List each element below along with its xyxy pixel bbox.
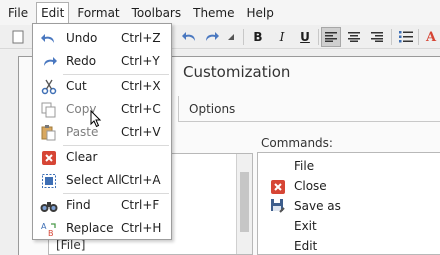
bullet-list-button[interactable] (396, 27, 416, 47)
svg-text:B: B (48, 229, 54, 237)
dialog-title: Customization (183, 63, 291, 81)
menu-item-replace[interactable]: AB Replace Ctrl+H (34, 217, 171, 240)
redo-toolbar-icon[interactable] (201, 27, 221, 47)
align-center-button[interactable] (344, 27, 364, 47)
undo-toolbar-icon[interactable] (180, 27, 200, 47)
menu-item-shortcut: Ctrl+V (121, 125, 161, 139)
toolbar-separator (318, 29, 319, 45)
commands-list[interactable]: File Close Save as Exit Edit (257, 152, 440, 255)
menu-item-cut[interactable]: Cut Ctrl+X (34, 75, 171, 98)
command-save-as[interactable]: Save as (294, 196, 341, 216)
command-exit[interactable]: Exit (294, 216, 317, 236)
menu-item-undo[interactable]: Undo Ctrl+Z (34, 27, 171, 50)
command-edit[interactable]: Edit (294, 236, 317, 255)
binoculars-icon (40, 197, 58, 214)
select-all-icon (40, 172, 58, 189)
menu-item-paste[interactable]: Paste Ctrl+V (34, 121, 171, 144)
menu-item-label: Replace (66, 221, 114, 235)
menu-item-label: Find (66, 198, 91, 212)
menu-item-redo[interactable]: Redo Ctrl+Y (34, 50, 171, 73)
bold-button[interactable]: B (248, 27, 268, 47)
menu-item-shortcut: Ctrl+F (121, 198, 160, 212)
command-file[interactable]: File (294, 156, 314, 176)
clear-icon (40, 149, 58, 166)
menu-item-shortcut: Ctrl+C (121, 102, 161, 116)
align-left-button[interactable] (321, 27, 341, 47)
svg-text:A: A (41, 222, 47, 231)
command-close[interactable]: Close (294, 176, 327, 196)
menu-item-shortcut: Ctrl+Z (121, 31, 161, 45)
font-color-button[interactable]: A (421, 27, 440, 47)
commands-label: Commands: (261, 136, 333, 150)
copy-icon (40, 101, 58, 118)
mouse-cursor-icon (90, 109, 102, 131)
save-as-icon (271, 199, 285, 213)
scrollbar-thumb[interactable] (240, 172, 249, 232)
edit-menu-dropdown: Undo Ctrl+Z Redo Ctrl+Y Cut Ctrl+X Copy … (32, 23, 172, 240)
menu-item-label: Clear (66, 150, 98, 164)
undo-icon (40, 30, 58, 47)
menu-item-shortcut: Ctrl+A (121, 173, 161, 187)
toolbar-separator (418, 29, 419, 45)
italic-button[interactable]: I (272, 27, 292, 47)
tab-options[interactable]: Options (178, 96, 245, 122)
menu-item-label: Cut (66, 79, 87, 93)
redo-icon (40, 53, 58, 70)
menu-file[interactable]: File (4, 2, 32, 24)
scissors-icon (40, 78, 58, 95)
align-right-button[interactable] (367, 27, 387, 47)
menu-item-select-all[interactable]: Select All Ctrl+A (34, 169, 171, 192)
replace-icon: AB (40, 220, 58, 237)
menu-bar: File Edit Format Toolbars Theme Help (0, 0, 440, 25)
menu-edit[interactable]: Edit (36, 1, 70, 24)
underline-button[interactable]: U (295, 27, 315, 47)
menu-toolbars[interactable]: Toolbars (128, 2, 185, 24)
menu-item-clear[interactable]: Clear (34, 146, 171, 169)
toolbar-separator (243, 29, 244, 45)
menu-item-label: Redo (66, 54, 97, 68)
menu-format[interactable]: Format (73, 2, 123, 24)
menu-help[interactable]: Help (243, 2, 278, 24)
close-red-icon (271, 180, 285, 194)
redo-dropdown-icon[interactable] (226, 27, 236, 47)
menu-item-label: Undo (66, 31, 98, 45)
menu-item-shortcut: Ctrl+Y (121, 54, 160, 68)
paste-icon (40, 124, 58, 141)
tree-scrollbar[interactable] (236, 154, 252, 254)
menu-item-find[interactable]: Find Ctrl+F (34, 194, 171, 217)
menu-item-shortcut: Ctrl+X (121, 79, 161, 93)
menu-theme[interactable]: Theme (189, 2, 238, 24)
toolbar-separator (391, 29, 392, 45)
tab-strip: Options (178, 96, 440, 122)
tree-item-file[interactable]: [File] (56, 238, 85, 252)
new-document-icon[interactable] (8, 27, 28, 47)
menu-item-copy[interactable]: Copy Ctrl+C (34, 98, 171, 121)
menu-item-label: Select All (66, 173, 122, 187)
menu-item-shortcut: Ctrl+H (121, 221, 162, 235)
